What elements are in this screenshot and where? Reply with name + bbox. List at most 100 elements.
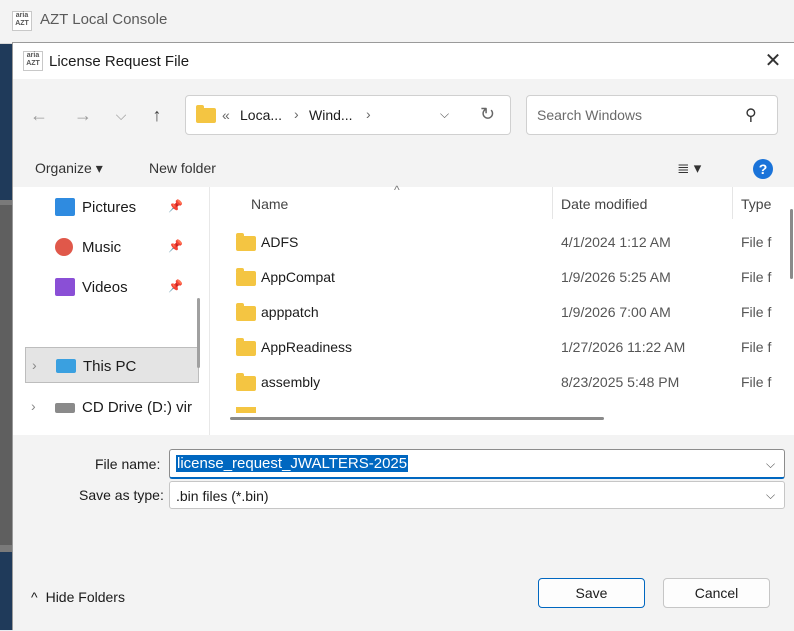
music-icon (55, 238, 73, 256)
pin-icon: 📌 (168, 239, 183, 253)
file-name-dropdown-icon[interactable]: ⌵ (766, 457, 775, 472)
logo-text: AZT (15, 20, 29, 27)
file-name-value[interactable]: license_request_JWALTERS-2025 (176, 455, 409, 472)
search-box[interactable]: Search Windows ⚲ (526, 95, 778, 135)
table-row[interactable]: apppatch 1/9/2026 7:00 AM File f (210, 294, 794, 329)
file-date: 1/27/2026 11:22 AM (561, 339, 686, 355)
folder-icon (236, 338, 256, 356)
nav-item-label: This PC (83, 358, 137, 375)
file-name: AppReadiness (261, 339, 353, 355)
breadcrumb-separator-icon[interactable]: › (366, 106, 371, 122)
column-divider[interactable] (732, 187, 733, 219)
file-type: File f (741, 304, 772, 320)
save-type-label: Save as type: (79, 487, 164, 503)
up-folder-icon[interactable]: ↑ (143, 101, 171, 129)
file-name: assembly (261, 374, 321, 390)
folder-icon (236, 233, 256, 251)
dialog-title: License Request File (49, 53, 190, 70)
file-list: ^ Name Date modified Type ADFS 4/1/2024 … (209, 183, 794, 435)
save-type-select[interactable]: .bin files (*.bin) ⌵ (169, 481, 785, 509)
close-icon[interactable]: ✕ (761, 49, 785, 73)
file-date: 1/9/2026 7:00 AM (561, 304, 671, 320)
nav-item-label: CD Drive (D:) vir (82, 399, 192, 416)
address-dropdown-icon[interactable]: ⌵ (440, 107, 449, 122)
search-icon[interactable]: ⚲ (745, 105, 757, 125)
nav-item-cd-drive[interactable]: › CD Drive (D:) vir (13, 389, 209, 425)
nav-item-label: Videos (82, 279, 128, 296)
file-name-label: File name: (95, 456, 161, 472)
videos-icon (55, 278, 75, 296)
pictures-icon (55, 198, 75, 216)
expand-icon[interactable]: › (32, 357, 37, 373)
table-row[interactable]: AppCompat 1/9/2026 5:25 AM File f (210, 259, 794, 294)
view-options-icon[interactable]: ≣ ▾ (677, 159, 701, 177)
table-row[interactable]: ADFS 4/1/2024 1:12 AM File f (210, 224, 794, 259)
folder-icon (236, 303, 256, 321)
file-type: File f (741, 269, 772, 285)
refresh-icon[interactable]: ↻ (480, 104, 495, 125)
file-type: File f (741, 339, 772, 355)
help-icon[interactable]: ? (753, 159, 773, 179)
pin-icon: 📌 (168, 279, 183, 293)
folder-icon (196, 105, 216, 123)
breadcrumb-separator-icon[interactable]: › (294, 106, 299, 122)
save-file-dialog: aria AZT License Request File ✕ ← → ⌵ ↑ … (12, 42, 794, 631)
folder-icon (236, 268, 256, 286)
column-divider[interactable] (552, 187, 553, 219)
table-row[interactable]: AppReadiness 1/27/2026 11:22 AM File f (210, 329, 794, 364)
nav-item-this-pc[interactable]: › This PC (25, 347, 199, 383)
folder-icon (236, 407, 256, 413)
horizontal-scrollbar[interactable] (230, 417, 604, 420)
file-name: apppatch (261, 304, 319, 320)
save-button[interactable]: Save (538, 578, 645, 608)
nav-item-videos[interactable]: Videos 📌 (13, 269, 209, 305)
nav-item-label: Music (82, 239, 122, 256)
app-logo: aria AZT (12, 11, 32, 31)
recent-locations-icon[interactable]: ⌵ (107, 101, 135, 129)
logo-text: aria (26, 52, 40, 59)
file-name-field[interactable]: license_request_JWALTERS-2025 ⌵ (169, 449, 785, 479)
file-date: 4/1/2024 1:12 AM (561, 234, 671, 250)
forward-icon[interactable]: → (69, 101, 97, 129)
search-placeholder: Search Windows (537, 107, 643, 123)
chevron-down-icon[interactable]: ⌵ (766, 488, 775, 503)
navigation-scrollbar[interactable] (197, 298, 200, 368)
navigation-pane: Pictures 📌 Music 📌 Videos 📌 › This PC › … (13, 187, 209, 435)
file-type: File f (741, 374, 772, 390)
breadcrumb-item[interactable]: Loca... (240, 107, 282, 123)
nav-item-label: Pictures (82, 199, 137, 216)
logo-text: AZT (26, 60, 40, 67)
pin-icon: 📌 (168, 199, 183, 213)
navigation-bar: ← → ⌵ ↑ « Loca... › Wind... › ⌵ ↻ Search… (13, 79, 794, 187)
breadcrumb-overflow[interactable]: « (222, 107, 230, 123)
save-options-panel: File name: license_request_JWALTERS-2025… (13, 435, 794, 631)
file-name: ADFS (261, 234, 299, 250)
dialog-titlebar: aria AZT License Request File ✕ (13, 43, 794, 79)
dialog-logo: aria AZT (23, 51, 43, 71)
sort-indicator-icon: ^ (394, 183, 400, 197)
save-type-value: .bin files (*.bin) (176, 488, 269, 504)
nav-item-pictures[interactable]: Pictures 📌 (13, 189, 209, 225)
new-folder-button[interactable]: New folder (149, 160, 216, 176)
file-type: File f (741, 234, 772, 250)
organize-menu-button[interactable]: Organize ▾ (35, 160, 103, 177)
nav-item-music[interactable]: Music 📌 (13, 229, 209, 265)
this-pc-icon (56, 359, 76, 373)
cd-drive-icon (55, 403, 75, 413)
file-date: 8/23/2025 5:48 PM (561, 374, 680, 390)
address-bar[interactable]: « Loca... › Wind... › ⌵ ↻ (185, 95, 511, 135)
cancel-button[interactable]: Cancel (663, 578, 770, 608)
folder-icon (236, 373, 256, 391)
breadcrumb-item[interactable]: Wind... (309, 107, 353, 123)
column-header-date[interactable]: Date modified (561, 196, 647, 212)
hide-folders-button[interactable]: ^ Hide Folders (31, 589, 125, 605)
app-title: AZT Local Console (40, 11, 168, 28)
chevron-up-icon: ^ (31, 589, 38, 605)
back-icon[interactable]: ← (25, 101, 53, 129)
column-header-type[interactable]: Type (741, 196, 771, 212)
expand-icon[interactable]: › (31, 398, 36, 414)
table-row[interactable]: assembly 8/23/2025 5:48 PM File f (210, 364, 794, 399)
column-header-name[interactable]: Name (251, 196, 288, 212)
vertical-scrollbar[interactable] (790, 209, 793, 279)
file-name: AppCompat (261, 269, 335, 285)
